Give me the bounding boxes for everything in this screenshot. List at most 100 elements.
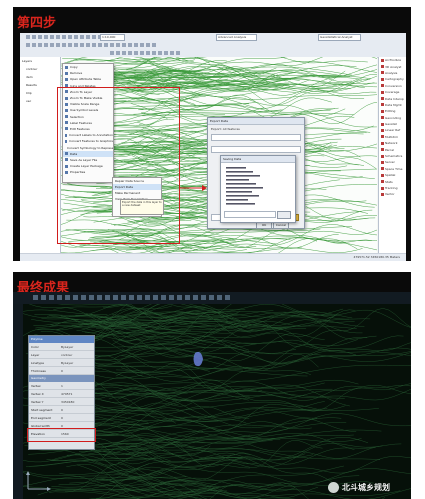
property-value[interactable]: 1: [59, 384, 94, 388]
property-row[interactable]: Vertex Y 3450180: [29, 398, 94, 406]
toolbox-icon: [381, 186, 384, 190]
ucs-icon: [26, 471, 51, 491]
toolbox-item-label: Cartography: [385, 77, 404, 82]
toolbox-item-label: Editing: [385, 109, 396, 114]
toolbox-item-label: Schematics: [385, 154, 403, 159]
property-value[interactable]: 0: [59, 424, 94, 428]
property-row[interactable]: Layer contour: [29, 351, 94, 359]
toc-item[interactable]: Layers: [20, 57, 60, 65]
property-key: Vertex X: [31, 391, 44, 396]
file-entry[interactable]: [226, 195, 259, 197]
property-value[interactable]: ByLayer: [59, 361, 94, 365]
saving-data-dialog: Saving Data: [220, 155, 296, 223]
toc-list: Layers contour dem Results Clip vec: [20, 57, 60, 105]
save-button[interactable]: [277, 211, 291, 219]
toolbox-icon: [381, 128, 384, 132]
property-value[interactable]: 0: [59, 369, 94, 373]
coord-field[interactable]: [211, 146, 301, 153]
final-result-panel: 最终成果 Polyline Color ByLayer Layer contour Li…: [13, 272, 411, 499]
property-row[interactable]: Color ByLayer: [29, 343, 94, 351]
status-bar: 479571.52 3450180.35 Meters: [20, 253, 406, 261]
toolbox-item-label: Geostat: [385, 122, 397, 127]
context-menu-icon: [65, 77, 68, 81]
toc-item[interactable]: vec: [20, 97, 60, 105]
export-field[interactable]: [211, 134, 301, 141]
property-row[interactable]: Vertex X 479571: [29, 390, 94, 398]
file-entry[interactable]: [226, 191, 252, 193]
file-entry[interactable]: [226, 171, 253, 173]
toolbox-item-label: Network: [385, 141, 398, 146]
toolbox-item-label: Vector: [385, 192, 395, 197]
file-entry[interactable]: [226, 183, 256, 185]
toc-item[interactable]: Results: [20, 81, 60, 89]
toolbox-item-label: Space Time: [385, 166, 403, 171]
toolbox-icon: [381, 103, 384, 107]
saving-dialog-title: Saving Data: [221, 156, 295, 163]
toolbox-icon: [381, 173, 384, 177]
toolbox-item-label: Parcel: [385, 147, 395, 152]
toc-item[interactable]: dem: [20, 73, 60, 81]
toolbar-icons-row2[interactable]: [26, 43, 156, 47]
toolbar-icons-row3[interactable]: [110, 51, 180, 55]
property-key: Vertex Y: [31, 399, 44, 404]
file-entry[interactable]: [226, 179, 249, 181]
toolbox-icon: [381, 84, 384, 88]
toolbox-item[interactable]: Vector: [379, 191, 406, 197]
toolbox-item-label: Server: [385, 160, 395, 165]
highlight-box-menu: [57, 87, 180, 244]
property-row[interactable]: End segment 0: [29, 414, 94, 422]
property-row[interactable]: Vertex 1: [29, 382, 94, 390]
property-row[interactable]: Linetype ByLayer: [29, 359, 94, 367]
property-value[interactable]: 3450180: [59, 400, 94, 404]
file-entry[interactable]: [226, 203, 255, 205]
toolbox-icon: [381, 135, 384, 139]
property-value[interactable]: 479571: [59, 392, 94, 396]
property-value[interactable]: 0: [59, 408, 94, 412]
context-menu-item-label: Copy: [70, 65, 78, 70]
toolbox-item-label: Multidim: [385, 134, 398, 139]
toolbox-item-label: Data Mgmt: [385, 102, 402, 107]
autocad-toolbar-icons[interactable]: [33, 295, 230, 300]
property-value[interactable]: contour: [59, 353, 94, 357]
property-row[interactable]: Start segment 0: [29, 406, 94, 414]
toolbox-icon: [381, 154, 384, 158]
wechat-icon: [328, 482, 339, 493]
property-value[interactable]: 0: [59, 416, 94, 420]
property-row[interactable]: Thickness 0: [29, 367, 94, 375]
toolbox-icon: [381, 160, 384, 164]
arcmap-screenshot: 1:10,000 Advanced Analysis Geostatistica…: [20, 33, 406, 261]
file-entry[interactable]: [226, 199, 248, 201]
toolbox-icon: [381, 90, 384, 94]
geostat-combo[interactable]: Geostatistical Analyst: [318, 34, 361, 41]
highlight-box-elevation: [27, 428, 96, 442]
file-list[interactable]: [224, 165, 290, 209]
toc-item[interactable]: Clip: [20, 89, 60, 97]
watermark-text: 北斗城乡规划: [342, 483, 390, 492]
toolbox-item-label: Stats: [385, 179, 393, 184]
coordinate-readout: 479571.52 3450180.35 Meters: [353, 255, 400, 259]
property-key: Vertex: [31, 383, 41, 388]
toolbox-item-label: Conversion: [385, 83, 402, 88]
file-entry[interactable]: [226, 167, 246, 169]
context-menu-item-label: Open Attribute Table: [70, 77, 101, 82]
toolbox-item-label: ArcToolbox: [385, 58, 402, 63]
file-entry[interactable]: [226, 187, 263, 189]
toolbox-icon: [381, 148, 384, 152]
toolbox-icon: [381, 65, 384, 69]
toc-item[interactable]: contour: [20, 65, 60, 73]
scale-combo[interactable]: 1:10,000: [100, 34, 125, 41]
toolbox-icon: [381, 109, 384, 113]
filename-field[interactable]: [224, 211, 276, 218]
toolbox-item-label: Tracking: [385, 186, 398, 190]
context-menu-icon: [65, 65, 68, 69]
toolbox-icon: [381, 192, 384, 196]
dialog-export-label: Export: All features: [211, 127, 240, 131]
analysis-combo[interactable]: Advanced Analysis: [216, 34, 257, 41]
toolbox-icon: [381, 167, 384, 171]
file-entry[interactable]: [226, 175, 260, 177]
property-value[interactable]: ByLayer: [59, 345, 94, 349]
toolbox-item-label: Linear Ref: [385, 128, 401, 133]
property-key: Layer: [31, 352, 40, 357]
context-menu-item-label: Remove: [70, 71, 83, 76]
toolbox-icon: [381, 71, 384, 75]
